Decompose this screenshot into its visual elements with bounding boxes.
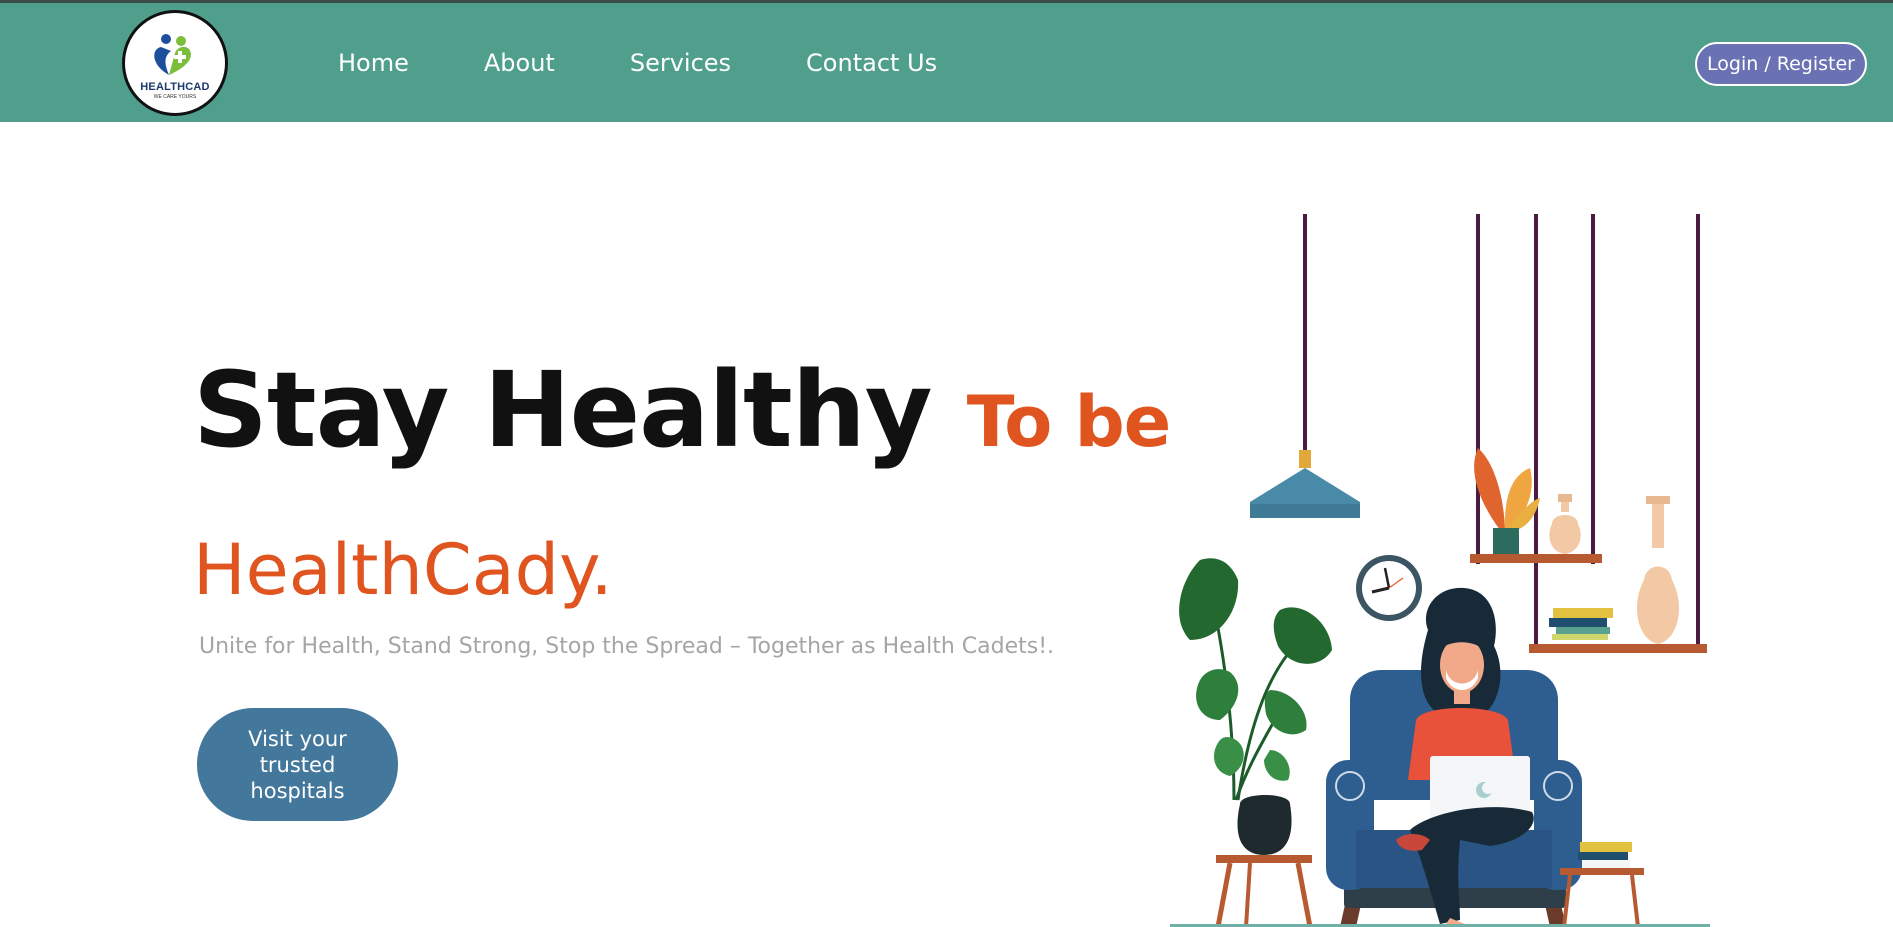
navbar: HEALTHCAD WE CARE YOURS Home About Servi…	[0, 3, 1893, 122]
logo-brand: HEALTHCAD	[140, 80, 210, 93]
hero-title: Stay Healthy To be	[193, 345, 1171, 487]
potted-leaf-plant-icon	[1474, 448, 1540, 554]
hero-title-accent: To be	[966, 381, 1171, 463]
side-table-icon	[1215, 855, 1313, 927]
hero-title-main: Stay Healthy	[193, 349, 933, 471]
login-register-button[interactable]: Login / Register	[1695, 42, 1867, 86]
heart-cross-logo-icon	[154, 33, 191, 75]
nav-contact-us[interactable]: Contact Us	[806, 49, 937, 77]
tall-vase-icon	[1636, 496, 1680, 644]
visit-hospitals-button[interactable]: Visit your trusted hospitals	[197, 708, 398, 821]
vase-icon	[1549, 494, 1581, 554]
pendant-lamp-icon	[1250, 214, 1360, 518]
logo[interactable]: HEALTHCAD WE CARE YOURS	[122, 10, 228, 116]
main-nav: Home About Services Contact Us	[338, 3, 1012, 122]
hero-illustration	[1170, 214, 1710, 927]
monstera-plant-icon	[1179, 558, 1332, 855]
nav-about[interactable]: About	[484, 49, 555, 77]
hero-tagline: Unite for Health, Stand Strong, Stop the…	[199, 634, 1055, 659]
book-stack-icon	[1549, 608, 1613, 640]
hero-title-brand: HealthCady.	[193, 529, 613, 611]
logo-tagline: WE CARE YOURS	[153, 93, 197, 100]
nav-services[interactable]: Services	[630, 49, 731, 77]
nav-home[interactable]: Home	[338, 49, 409, 77]
wall-clock-icon	[1356, 555, 1422, 621]
